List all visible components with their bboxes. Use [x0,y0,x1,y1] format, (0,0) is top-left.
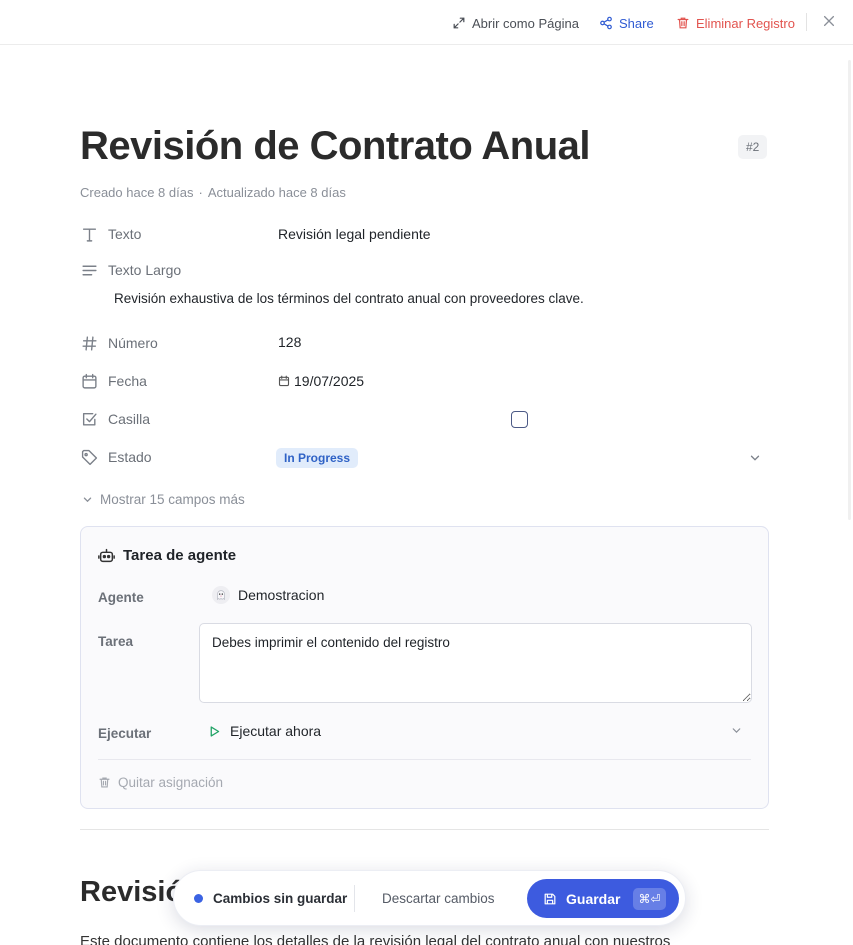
property-casilla: Casilla [80,408,150,430]
floppy-disk-icon [544,893,556,904]
agent-task-title: Tarea de agente [123,547,237,564]
unassign-label: Quitar asignación [118,775,224,790]
numero-label: Número [108,335,158,351]
estado-label: Estado [108,449,152,465]
agent-task-header: Tarea de agente [98,547,236,564]
show-more-label: Mostrar 15 campos más [100,492,245,507]
unsaved-status: Cambios sin guardar [194,891,347,906]
unassign-button[interactable]: Quitar asignación [98,775,223,790]
save-button[interactable]: Guardar ⌘⏎ [527,879,679,918]
checkbox-icon [80,410,98,428]
agent-selector[interactable]: Demostracion [212,586,324,604]
card-divider [98,759,751,760]
save-shortcut: ⌘⏎ [633,887,666,910]
tag-icon [80,448,98,466]
show-more-fields-button[interactable]: Mostrar 15 campos más [82,492,245,507]
agent-name: Demostracion [238,587,325,603]
trash-icon [99,777,110,788]
agent-task-card: Tarea de agente Agente Demostracion Tare… [80,526,769,809]
save-label: Guardar [566,890,621,907]
meta-separator: · [198,185,203,200]
record-meta: Creado hace 8 días · Actualizado hace 8 dí… [80,185,346,200]
savebar-divider [354,885,355,912]
open-as-page-button[interactable]: Abrir como Página [452,14,579,32]
casilla-checkbox[interactable] [511,411,528,428]
ghost-avatar-icon [217,590,225,601]
task-label: Tarea [98,634,134,649]
record-id-badge: #2 [738,135,768,159]
section-divider [80,829,769,830]
fecha-value-field[interactable]: 19/07/2025 [278,373,364,389]
share-label: Share [619,15,654,31]
small-calendar-icon [278,375,290,387]
scrollbar[interactable] [848,60,851,520]
hash-icon [80,334,98,352]
top-bar: Abrir como Página Share Eliminar Registr… [0,0,853,45]
discard-changes-button[interactable]: Descartar cambios [382,891,495,906]
unsaved-status-label: Cambios sin guardar [213,891,348,906]
fecha-label: Fecha [108,373,147,389]
topbar-divider [806,13,807,31]
open-as-page-label: Abrir como Página [472,15,579,31]
numero-value[interactable]: 128 [278,334,301,350]
agent-label: Agente [98,590,144,605]
delete-record-button[interactable]: Eliminar Registro [676,14,795,32]
created-timestamp: Creado hace 8 días [80,185,194,200]
texto-largo-value[interactable]: Revisión exhaustiva de los términos del … [114,291,584,306]
property-texto: Texto [80,223,141,245]
long-text-icon [80,261,98,279]
execute-label: Ejecutar [98,726,152,741]
texto-label: Texto [108,226,142,242]
chevron-down-icon [83,497,92,503]
calendar-icon [80,372,98,390]
fecha-value: 19/07/2025 [294,373,365,389]
casilla-label: Casilla [108,411,151,427]
texto-value[interactable]: Revisión legal pendiente [278,226,431,242]
avatar [212,586,230,604]
property-numero: Número [80,332,158,354]
task-textarea[interactable]: Debes imprimir el contenido del registro [199,623,752,703]
close-icon[interactable] [822,14,836,28]
trash-icon [677,17,689,29]
robot-icon [98,548,115,563]
texto-largo-label: Texto Largo [108,262,182,278]
document-paragraph[interactable]: Este documento contiene los detalles de … [80,933,670,945]
share-button[interactable]: Share [599,14,654,32]
text-type-icon [80,225,98,243]
play-icon [210,725,220,737]
unsaved-changes-bar: Cambios sin guardar Descartar cambios Gu… [173,870,686,926]
chevron-down-icon[interactable] [748,451,762,465]
status-dot [194,894,203,903]
updated-timestamp: Actualizado hace 8 días [207,185,346,200]
expand-icon [453,17,465,29]
execute-value: Ejecutar ahora [230,723,322,739]
delete-record-label: Eliminar Registro [696,15,795,31]
share-icon [600,16,612,30]
record-title[interactable]: Revisión de Contrato Anual [80,124,591,169]
chevron-down-icon[interactable] [730,724,743,737]
property-fecha: Fecha [80,370,147,392]
property-estado: Estado [80,446,152,468]
property-texto-largo: Texto Largo [80,259,181,281]
status-badge[interactable]: In Progress [276,448,359,468]
execute-selector[interactable]: Ejecutar ahora [208,723,321,739]
